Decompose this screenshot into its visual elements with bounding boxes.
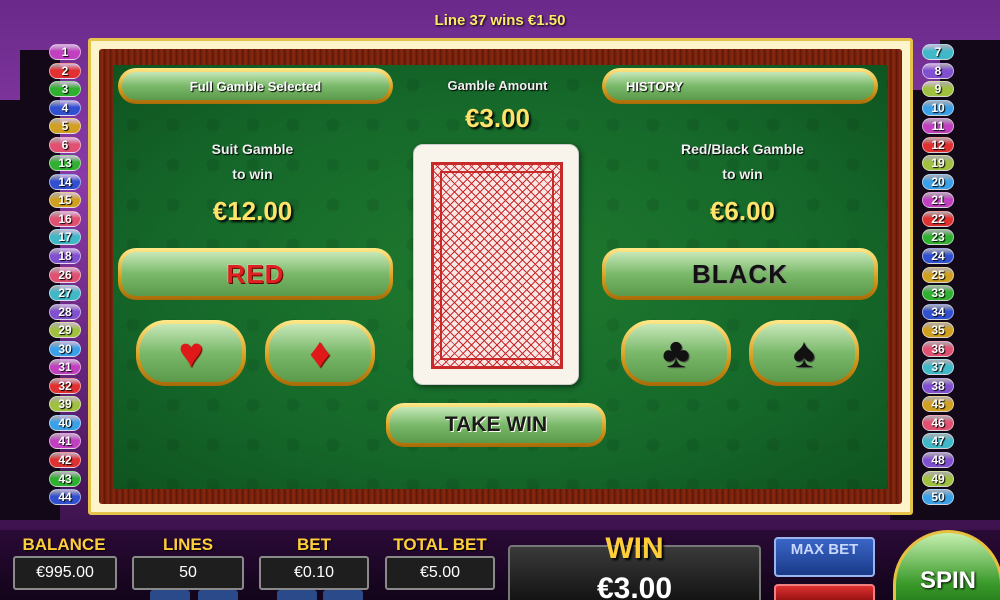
payline-indicator[interactable]: 34 bbox=[922, 303, 954, 320]
payline-indicator[interactable]: 37 bbox=[922, 359, 954, 376]
hearts-icon: ♥ bbox=[140, 324, 242, 382]
payline-indicator[interactable]: 2 bbox=[49, 62, 81, 79]
payline-indicator[interactable]: 30 bbox=[49, 340, 81, 357]
history-button[interactable]: HISTORY bbox=[602, 68, 878, 104]
payline-indicator[interactable]: 39 bbox=[49, 396, 81, 413]
bet-decrease-button[interactable] bbox=[277, 590, 317, 600]
payline-indicator[interactable]: 23 bbox=[922, 229, 954, 246]
red-button-label: RED bbox=[122, 252, 389, 296]
payline-indicator[interactable]: 42 bbox=[49, 452, 81, 469]
payline-indicator[interactable]: 26 bbox=[49, 266, 81, 283]
color-gamble-amount: €6.00 bbox=[709, 196, 776, 226]
payline-indicator[interactable]: 6 bbox=[49, 136, 81, 153]
payline-indicator[interactable]: 49 bbox=[922, 470, 954, 487]
payline-indicator[interactable]: 35 bbox=[922, 322, 954, 339]
balance-label: BALANCE bbox=[22, 535, 106, 554]
payline-indicator[interactable]: 15 bbox=[49, 192, 81, 209]
total-bet-label: TOTAL BET bbox=[393, 535, 487, 554]
payline-indicator[interactable]: 22 bbox=[922, 210, 954, 227]
payline-indicator[interactable]: 16 bbox=[49, 210, 81, 227]
payline-indicator[interactable]: 31 bbox=[49, 359, 81, 376]
payline-indicators-left: 1 2 3 4 5 6 13 14 15 16 17 18 26 27 28 29 30 31 32 39 40 41 42… bbox=[49, 44, 81, 506]
payline-indicator[interactable]: 21 bbox=[922, 192, 954, 209]
suit-gamble-subtitle: to win bbox=[232, 166, 273, 182]
balance-value: €995.00 bbox=[13, 556, 117, 590]
suit-gamble-title: Suit Gamble bbox=[211, 141, 294, 157]
win-value: €3.00 bbox=[596, 572, 673, 600]
card-back-pattern bbox=[431, 162, 563, 369]
bet-value[interactable]: €0.10 bbox=[259, 556, 369, 590]
payline-indicator[interactable]: 43 bbox=[49, 470, 81, 487]
payline-indicator[interactable]: 46 bbox=[922, 414, 954, 431]
payline-indicator[interactable]: 40 bbox=[49, 414, 81, 431]
payline-indicator[interactable]: 10 bbox=[922, 99, 954, 116]
payline-indicator[interactable]: 12 bbox=[922, 136, 954, 153]
take-win-button[interactable]: TAKE WIN bbox=[386, 403, 606, 447]
lines-increase-button[interactable] bbox=[198, 590, 238, 600]
payline-indicator[interactable]: 33 bbox=[922, 285, 954, 302]
payline-indicator[interactable]: 4 bbox=[49, 99, 81, 116]
payline-indicator[interactable]: 11 bbox=[922, 118, 954, 135]
suit-gamble-amount: €12.00 bbox=[212, 196, 293, 226]
payline-indicator[interactable]: 8 bbox=[922, 62, 954, 79]
full-gamble-indicator: Full Gamble Selected bbox=[118, 68, 393, 104]
gamble-amount-value: €3.00 bbox=[464, 103, 531, 133]
payline-indicator[interactable]: 47 bbox=[922, 433, 954, 450]
lines-decrease-button[interactable] bbox=[150, 590, 190, 600]
payline-indicators-right: 7 8 9 10 11 12 19 20 21 22 23 24 25 33 34 35 36 37 38 45 46 4… bbox=[922, 44, 954, 506]
history-label: HISTORY bbox=[606, 72, 874, 100]
bet-increase-button[interactable] bbox=[323, 590, 363, 600]
payline-indicator[interactable]: 41 bbox=[49, 433, 81, 450]
payline-indicator[interactable]: 7 bbox=[922, 44, 954, 60]
clubs-button[interactable]: ♣ bbox=[621, 320, 731, 386]
payline-indicator[interactable]: 32 bbox=[49, 377, 81, 394]
red-button[interactable]: RED bbox=[118, 248, 393, 300]
lines-label: LINES bbox=[162, 535, 214, 554]
payline-indicator[interactable]: 45 bbox=[922, 396, 954, 413]
payline-indicator[interactable]: 19 bbox=[922, 155, 954, 172]
payline-indicator[interactable]: 5 bbox=[49, 118, 81, 135]
lines-value[interactable]: 50 bbox=[132, 556, 244, 590]
payline-indicator[interactable]: 28 bbox=[49, 303, 81, 320]
max-bet-button[interactable]: MAX BET bbox=[774, 537, 875, 577]
payline-indicator[interactable]: 44 bbox=[49, 489, 81, 506]
payline-indicator[interactable]: 18 bbox=[49, 248, 81, 265]
autoplay-button[interactable] bbox=[774, 584, 875, 600]
bet-label: BET bbox=[297, 535, 331, 554]
spades-icon: ♠ bbox=[753, 324, 855, 382]
color-gamble-title: Red/Black Gamble bbox=[681, 141, 804, 157]
payline-indicator[interactable]: 13 bbox=[49, 155, 81, 172]
payline-indicator[interactable]: 17 bbox=[49, 229, 81, 246]
gamble-amount-label: Gamble Amount bbox=[447, 78, 548, 93]
payline-indicator[interactable]: 29 bbox=[49, 322, 81, 339]
payline-indicator[interactable]: 3 bbox=[49, 81, 81, 98]
win-label: WIN bbox=[605, 532, 664, 565]
color-gamble-subtitle: to win bbox=[722, 166, 763, 182]
spades-button[interactable]: ♠ bbox=[749, 320, 859, 386]
payline-indicator[interactable]: 20 bbox=[922, 173, 954, 190]
payline-indicator[interactable]: 27 bbox=[49, 285, 81, 302]
black-button[interactable]: BLACK bbox=[602, 248, 878, 300]
payline-indicator[interactable]: 36 bbox=[922, 340, 954, 357]
payline-indicator[interactable]: 48 bbox=[922, 452, 954, 469]
full-gamble-label: Full Gamble Selected bbox=[122, 72, 389, 100]
diamonds-button[interactable]: ♦ bbox=[265, 320, 375, 386]
total-bet-value: €5.00 bbox=[385, 556, 495, 590]
payline-indicator[interactable]: 25 bbox=[922, 266, 954, 283]
payline-indicator[interactable]: 14 bbox=[49, 173, 81, 190]
payline-indicator[interactable]: 9 bbox=[922, 81, 954, 98]
clubs-icon: ♣ bbox=[625, 324, 727, 382]
payline-indicator[interactable]: 50 bbox=[922, 489, 954, 506]
black-button-label: BLACK bbox=[606, 252, 874, 296]
payline-indicator[interactable]: 24 bbox=[922, 248, 954, 265]
line-win-message: Line 37 wins €1.50 bbox=[434, 12, 566, 29]
payline-indicator[interactable]: 1 bbox=[49, 44, 81, 60]
hearts-button[interactable]: ♥ bbox=[136, 320, 246, 386]
diamonds-icon: ♦ bbox=[269, 324, 371, 382]
take-win-label: TAKE WIN bbox=[390, 407, 602, 443]
face-down-card bbox=[413, 144, 579, 385]
payline-indicator[interactable]: 38 bbox=[922, 377, 954, 394]
